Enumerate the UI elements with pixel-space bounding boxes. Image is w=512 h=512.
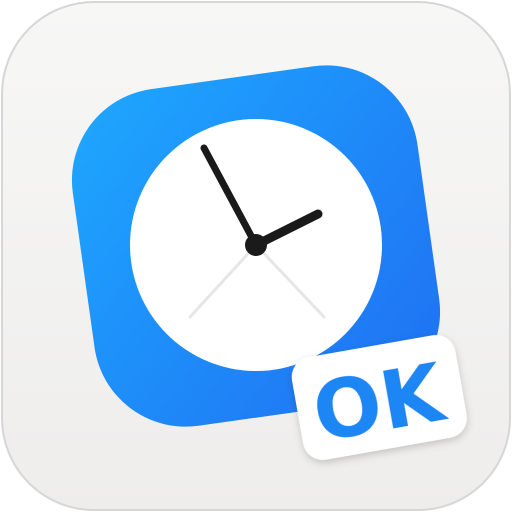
app-icon-graphic: OK [1, 1, 511, 511]
app-icon: OK [0, 0, 512, 512]
clock-center-pin [245, 234, 267, 256]
